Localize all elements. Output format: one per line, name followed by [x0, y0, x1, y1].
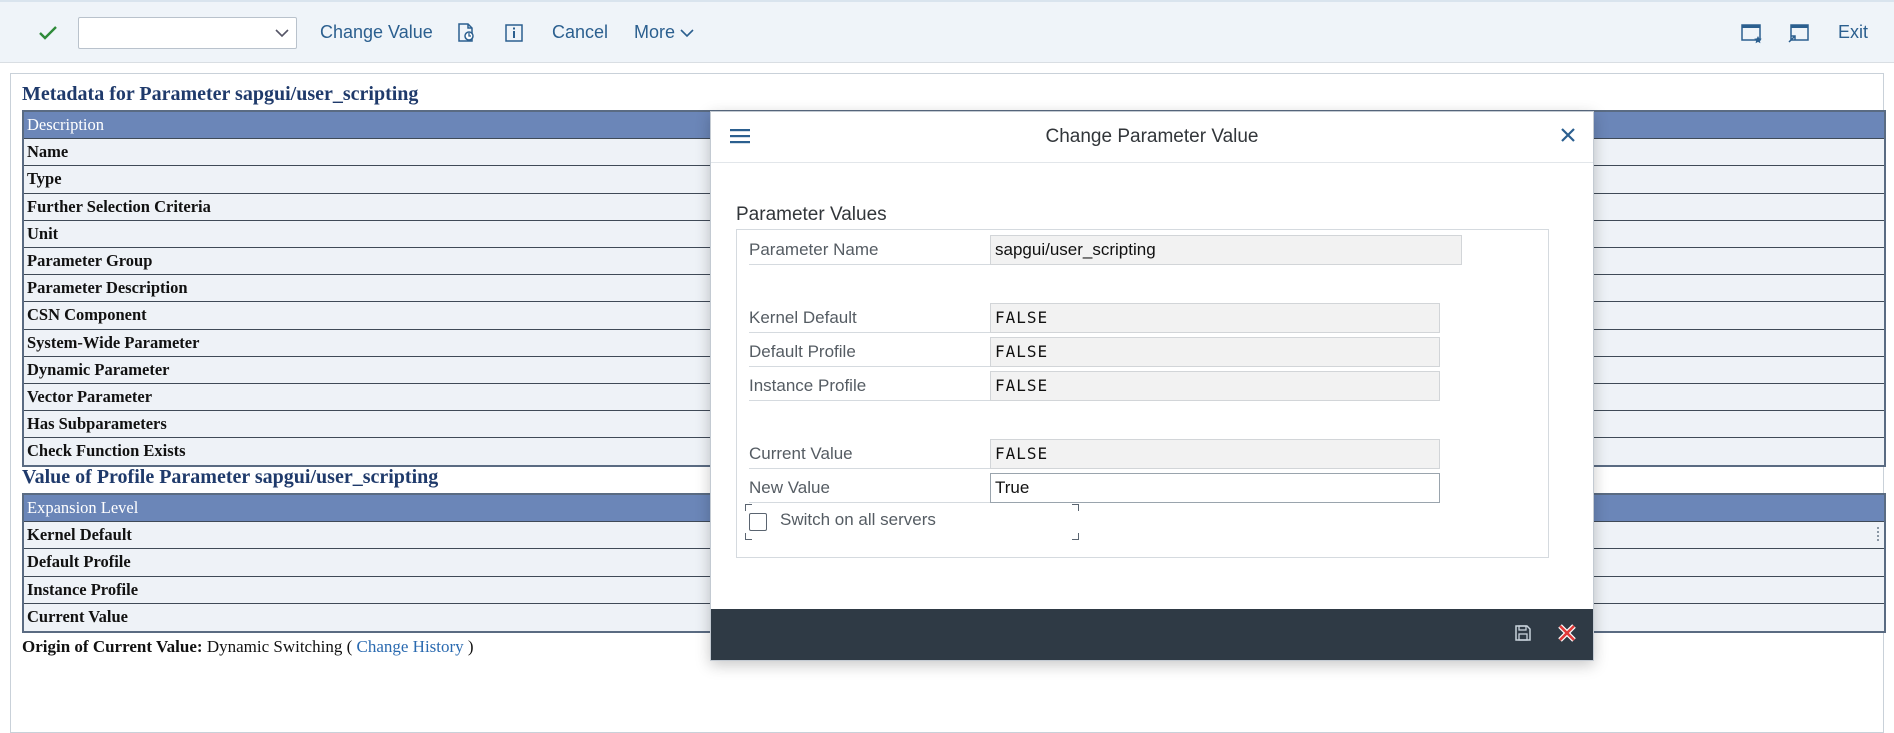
profile-value-title: Value of Profile Parameter sapgui/user_s… — [22, 466, 439, 488]
parameter-name-field: sapgui/user_scripting — [990, 235, 1462, 265]
parameter-name-label: Parameter Name — [749, 235, 994, 265]
default-profile-field: FALSE — [990, 337, 1440, 367]
dialog-title: Change Parameter Value — [1045, 126, 1259, 147]
more-label: More — [634, 22, 676, 42]
checkmark-icon — [39, 25, 57, 40]
instance-profile-label: Instance Profile — [749, 371, 994, 401]
current-value-label: Current Value — [749, 439, 994, 469]
change-parameter-dialog: Change Parameter Value Parameter Values … — [710, 111, 1594, 661]
new-value-label: New Value — [749, 473, 994, 503]
command-input[interactable] — [83, 19, 263, 47]
current-value-field: FALSE — [990, 439, 1440, 469]
switch-all-servers-checkbox[interactable] — [749, 513, 767, 531]
info-icon — [505, 23, 523, 42]
switch-all-servers-label: Switch on all servers — [780, 510, 936, 529]
splitter-handle[interactable] — [1877, 527, 1883, 541]
parameter-values-title: Parameter Values — [736, 204, 887, 225]
window-icon — [1788, 23, 1809, 43]
origin-close: ) — [467, 637, 474, 656]
kernel-default-label: Kernel Default — [749, 303, 994, 333]
chevron-down-icon[interactable] — [274, 26, 290, 40]
dialog-header: Change Parameter Value — [711, 112, 1593, 163]
info-button[interactable] — [503, 2, 525, 63]
exit-button[interactable]: Exit — [1838, 2, 1868, 63]
origin-line: Origin of Current Value: Dynamic Switchi… — [22, 637, 474, 657]
new-window-icon — [1741, 23, 1762, 43]
enter-button[interactable] — [34, 2, 62, 63]
cancel-button[interactable]: Cancel — [552, 2, 608, 63]
new-window-button[interactable] — [1740, 2, 1764, 63]
save-icon[interactable] — [1513, 623, 1533, 643]
display-change-icon — [458, 22, 474, 42]
dialog-footer — [711, 609, 1593, 660]
origin-label: Origin of Current Value: — [22, 637, 203, 656]
kernel-default-field: FALSE — [990, 303, 1440, 333]
instance-profile-field: FALSE — [990, 371, 1440, 401]
command-field[interactable] — [78, 17, 297, 49]
metadata-title: Metadata for Parameter sapgui/user_scrip… — [22, 83, 419, 105]
new-value-input[interactable]: True — [990, 473, 1440, 503]
application-toolbar: Change Value Cancel More Exit — [0, 0, 1894, 63]
chevron-down-icon — [680, 28, 694, 37]
switch-all-servers-option[interactable]: Switch on all servers — [745, 504, 1079, 540]
parameter-values-group: Parameter Name sapgui/user_scripting Ker… — [736, 229, 1549, 558]
origin-value: Dynamic Switching ( — [206, 637, 353, 656]
window-button[interactable] — [1787, 2, 1811, 63]
close-icon[interactable] — [1557, 124, 1579, 146]
change-value-button[interactable]: Change Value — [320, 2, 433, 63]
more-menu-button[interactable]: More — [634, 2, 696, 63]
cancel-icon[interactable] — [1556, 622, 1578, 644]
default-profile-label: Default Profile — [749, 337, 994, 367]
change-history-link[interactable]: Change History — [356, 637, 463, 656]
display-change-button[interactable] — [455, 2, 479, 63]
